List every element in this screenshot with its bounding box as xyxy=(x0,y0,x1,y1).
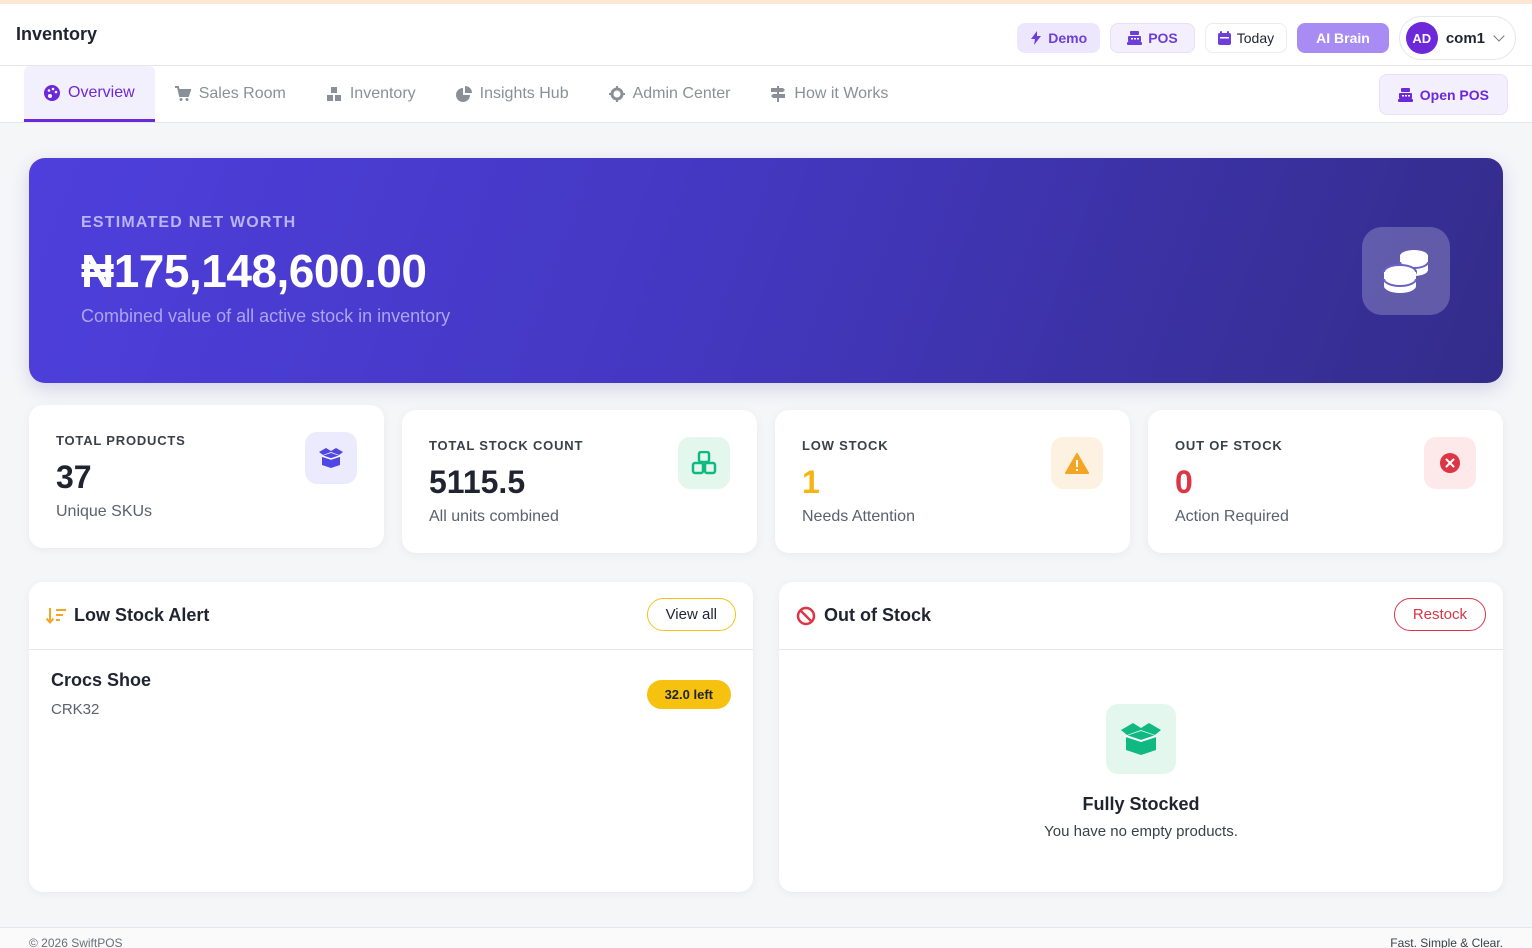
box-open-icon xyxy=(1121,723,1161,755)
stat-card-low-stock: LOW STOCK 1 Needs Attention xyxy=(775,410,1130,553)
stat-label: LOW STOCK xyxy=(802,438,889,453)
stat-value: 5115.5 xyxy=(429,464,526,500)
today-button-label: Today xyxy=(1236,30,1275,46)
net-worth-value: ₦175,148,600.00 xyxy=(81,245,427,297)
cubes-icon xyxy=(691,451,717,475)
tab-insights-hub-label: Insights Hub xyxy=(479,85,569,102)
stat-card-total-stock: TOTAL STOCK COUNT 5115.5 All units combi… xyxy=(402,410,757,553)
footer: © 2026 SwiftPOS Fast. Simple & Clear. xyxy=(0,927,1532,948)
product-sku: CRK32 xyxy=(51,701,100,718)
tab-overview[interactable]: Overview xyxy=(24,66,155,122)
x-circle-icon xyxy=(1440,453,1460,473)
empty-title: Fully Stocked xyxy=(1082,794,1200,814)
out-of-stock-title: Out of Stock xyxy=(824,605,931,625)
empty-subtitle: You have no empty products. xyxy=(1044,823,1238,840)
cart-icon xyxy=(174,86,191,101)
tab-how-it-works[interactable]: How it Works xyxy=(750,66,908,122)
stat-card-out-of-stock: OUT OF STOCK 0 Action Required xyxy=(1148,410,1503,553)
stat-subtitle: Action Required xyxy=(1175,508,1289,525)
ai-brain-button-label: AI Brain xyxy=(1316,30,1370,46)
tab-sales-room-label: Sales Room xyxy=(198,85,286,102)
cash-register-icon xyxy=(1127,31,1143,45)
net-worth-banner: ESTIMATED NET WORTH ₦175,148,600.00 Comb… xyxy=(29,158,1503,383)
tab-inventory[interactable]: Inventory xyxy=(306,66,436,122)
stat-value: 0 xyxy=(1175,464,1193,500)
stat-icon-tile xyxy=(305,432,357,484)
header-actions: Demo POS Today AI Brain AD com1 xyxy=(1017,16,1516,60)
ban-icon xyxy=(796,606,816,625)
stat-icon-tile xyxy=(1051,437,1103,489)
open-pos-button[interactable]: Open POS xyxy=(1378,74,1508,115)
stat-value: 37 xyxy=(56,459,92,495)
hero-icon-tile xyxy=(1362,227,1450,315)
stat-label: TOTAL STOCK COUNT xyxy=(429,438,584,453)
today-button[interactable]: Today xyxy=(1204,23,1288,53)
pos-button[interactable]: POS xyxy=(1110,23,1195,53)
palette-icon xyxy=(44,84,60,101)
tab-insights-hub[interactable]: Insights Hub xyxy=(436,66,589,122)
pie-chart-icon xyxy=(455,86,472,102)
user-name: com1 xyxy=(1445,29,1485,47)
ai-brain-button[interactable]: AI Brain xyxy=(1297,23,1389,53)
calendar-icon xyxy=(1217,31,1231,45)
demo-button-label: Demo xyxy=(1048,30,1088,46)
stat-subtitle: All units combined xyxy=(429,508,559,525)
view-all-button[interactable]: View all xyxy=(646,598,736,631)
stat-label: TOTAL PRODUCTS xyxy=(56,433,186,448)
footer-copyright: © 2026 SwiftPOS xyxy=(29,936,123,948)
tab-overview-label: Overview xyxy=(68,83,135,101)
signpost-icon xyxy=(771,86,786,102)
stat-card-total-products: TOTAL PRODUCTS 37 Unique SKUs xyxy=(29,405,384,548)
cash-register-icon xyxy=(1397,87,1413,102)
pos-button-label: POS xyxy=(1148,30,1178,46)
net-worth-subtitle: Combined value of all active stock in in… xyxy=(81,306,451,326)
stock-left-badge: 32.0 left xyxy=(646,680,731,709)
app-title: Inventory xyxy=(16,24,98,44)
restock-button[interactable]: Restock xyxy=(1393,598,1486,631)
stat-icon-tile xyxy=(678,437,730,489)
boxes-icon xyxy=(326,87,341,101)
out-of-stock-panel: Out of Stock Restock Fully Stocked You h… xyxy=(779,582,1503,892)
empty-state: Fully Stocked You have no empty products… xyxy=(779,704,1503,840)
sort-amount-down-icon xyxy=(46,607,66,624)
nav-tabs: Overview Sales Room Inventory Insights H… xyxy=(24,66,908,122)
low-stock-title: Low Stock Alert xyxy=(74,605,210,625)
coins-icon xyxy=(1383,250,1429,293)
low-stock-panel: Low Stock Alert View all Crocs Shoe CRK3… xyxy=(29,582,753,892)
stat-subtitle: Unique SKUs xyxy=(56,503,153,520)
stat-subtitle: Needs Attention xyxy=(802,508,915,525)
stat-value: 1 xyxy=(802,464,820,500)
out-of-stock-panel-header: Out of Stock Restock xyxy=(779,582,1503,650)
tab-admin-center[interactable]: Admin Center xyxy=(589,66,751,122)
demo-button[interactable]: Demo xyxy=(1017,23,1101,53)
main-nav: Overview Sales Room Inventory Insights H… xyxy=(0,66,1532,123)
warning-icon xyxy=(1065,452,1089,474)
gear-icon xyxy=(608,86,625,102)
stat-label: OUT OF STOCK xyxy=(1175,438,1283,453)
low-stock-panel-header: Low Stock Alert View all xyxy=(29,582,753,650)
tab-sales-room[interactable]: Sales Room xyxy=(155,66,306,122)
box-open-icon xyxy=(319,448,343,468)
chevron-down-icon xyxy=(1493,30,1505,42)
net-worth-label: ESTIMATED NET WORTH xyxy=(81,214,297,231)
app-header: Inventory Demo POS Today AI Brain AD com… xyxy=(0,4,1532,66)
product-name: Crocs Shoe xyxy=(51,670,152,690)
tab-how-it-works-label: How it Works xyxy=(794,85,889,102)
list-item[interactable]: Crocs Shoe CRK32 xyxy=(51,670,151,718)
empty-icon-tile xyxy=(1106,704,1176,774)
tab-admin-center-label: Admin Center xyxy=(632,85,731,102)
user-menu[interactable]: AD com1 xyxy=(1398,16,1516,60)
avatar: AD xyxy=(1405,22,1438,54)
open-pos-label: Open POS xyxy=(1419,86,1489,103)
tab-inventory-label: Inventory xyxy=(349,85,416,102)
stat-icon-tile xyxy=(1424,437,1476,489)
footer-tagline: Fast. Simple & Clear. xyxy=(1390,936,1503,948)
lightning-icon xyxy=(1031,31,1042,45)
